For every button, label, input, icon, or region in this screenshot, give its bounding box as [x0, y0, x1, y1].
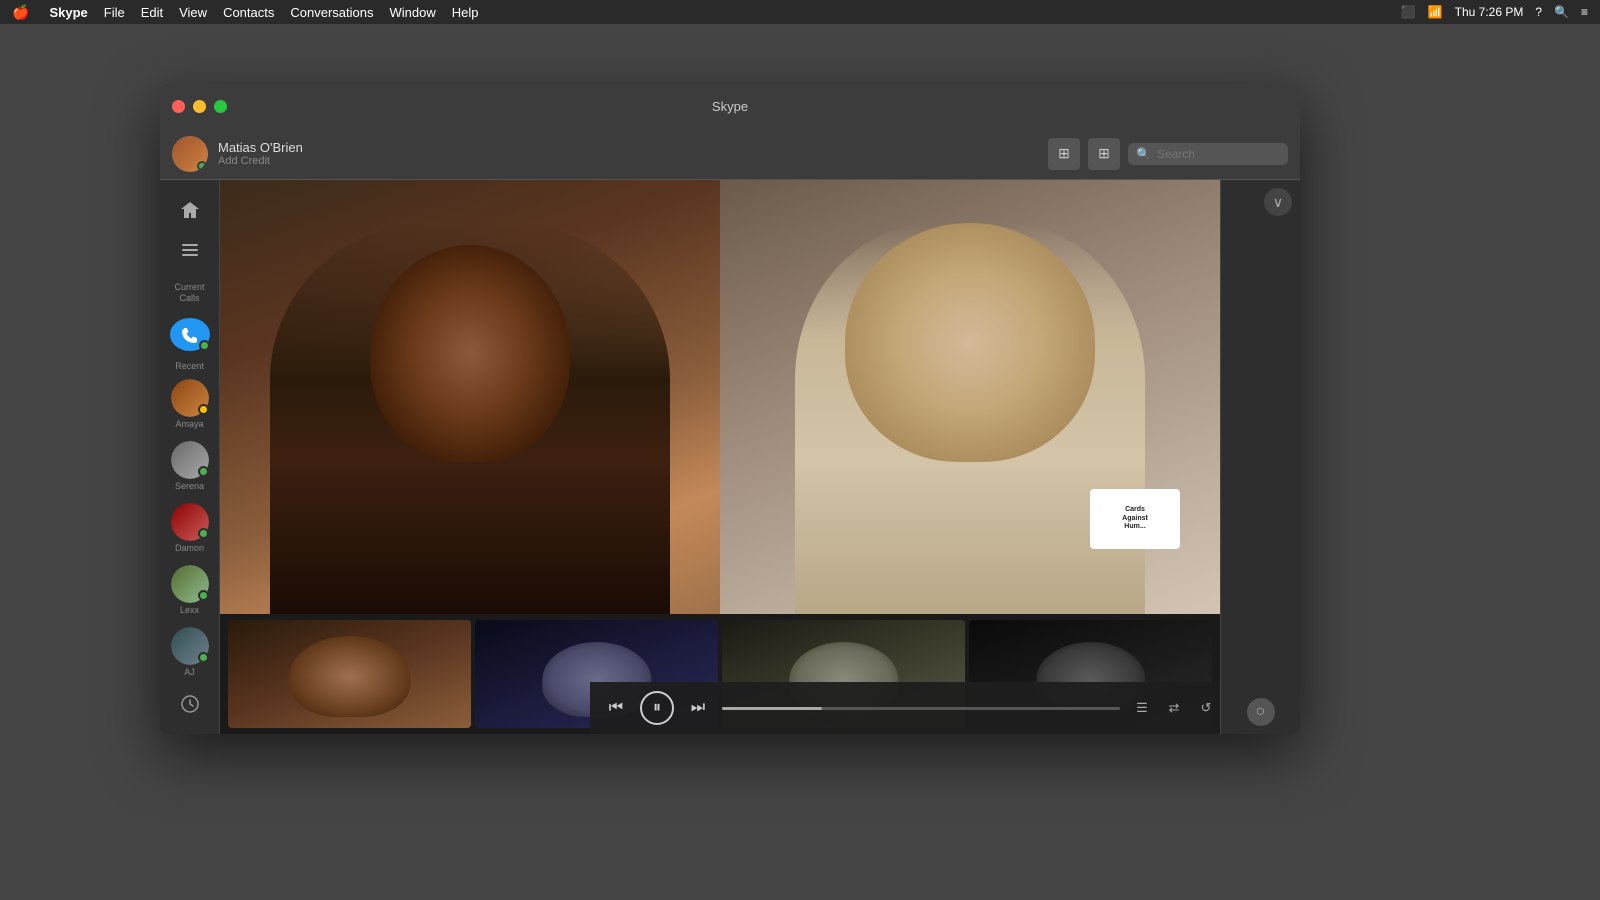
main-video: CardsAgainstHum...	[220, 180, 1220, 614]
sidebar-item-lexx[interactable]: Lexx	[171, 565, 209, 615]
grid-view-button[interactable]: ⊞	[1088, 138, 1120, 170]
menu-edit[interactable]: Edit	[141, 5, 163, 20]
menu-view[interactable]: View	[179, 5, 207, 20]
header-bar: Matias O'Brien Add Credit ⊞ ⊞ 🔍	[160, 128, 1300, 180]
sidebar-item-aj[interactable]: AJ	[171, 627, 209, 677]
user-info: Matias O'Brien Add Credit	[218, 140, 303, 167]
video-participant-right: CardsAgainstHum...	[720, 180, 1220, 614]
online-status-dot	[197, 161, 207, 171]
menu-help[interactable]: Help	[452, 5, 479, 20]
desktop: Skype Matias O'Brien Add Credit ⊞ ⊞ 🔍	[0, 24, 1600, 900]
shuffle-button[interactable]: ⇄	[1162, 696, 1186, 720]
video-participant-left	[220, 180, 720, 614]
menu-contacts[interactable]: Contacts	[223, 5, 274, 20]
aj-name: AJ	[184, 667, 195, 677]
window-controls	[172, 100, 227, 113]
sidebar: CurrentCalls Recent Amaya	[160, 180, 220, 734]
search-input[interactable]	[1157, 147, 1280, 161]
lexx-status	[198, 590, 209, 601]
menu-window[interactable]: Window	[389, 5, 435, 20]
amaya-status	[198, 404, 209, 415]
serena-name: Serena	[175, 481, 204, 491]
thumbnail-1[interactable]	[228, 620, 471, 728]
sidebar-item-home[interactable]	[168, 192, 212, 229]
sidebar-current-calls-label: CurrentCalls	[168, 273, 212, 310]
aj-status	[198, 652, 209, 663]
progress-bar[interactable]	[722, 707, 1120, 710]
search-bar[interactable]: 🔍	[1128, 143, 1288, 165]
damon-name: Damon	[175, 543, 204, 553]
minimize-button[interactable]	[193, 100, 206, 113]
sidebar-item-damon[interactable]: Damon	[171, 503, 209, 553]
search-icon: 🔍	[1136, 147, 1151, 161]
user-avatar	[172, 136, 208, 172]
control-center-icon[interactable]: ≡	[1581, 5, 1588, 19]
menu-skype[interactable]: Skype	[49, 5, 87, 20]
sidebar-clock-icon[interactable]	[168, 685, 212, 722]
repeat-button[interactable]: ↺	[1194, 696, 1218, 720]
panel-action-button[interactable]: ○	[1247, 698, 1275, 726]
media-bar: ⏮ ⏸ ⏭ ☰ ⇄ ↺ 🔊	[590, 682, 1220, 734]
right-panel: ∨ ○	[1220, 180, 1300, 734]
wifi-icon: 📶	[1428, 5, 1443, 19]
sidebar-item-amaya[interactable]: Amaya	[171, 379, 209, 429]
title-bar: Skype	[160, 84, 1300, 128]
media-right-controls: ☰ ⇄ ↺ 🔊	[1130, 696, 1220, 720]
skip-back-button[interactable]: ⏮	[602, 694, 630, 722]
menubar: 🍎 Skype File Edit View Contacts Conversa…	[0, 0, 1600, 24]
screen-icon: ⬛	[1401, 5, 1416, 19]
user-name: Matias O'Brien	[218, 140, 303, 155]
apple-menu[interactable]: 🍎	[12, 4, 29, 21]
window-title: Skype	[712, 99, 748, 114]
serena-status	[198, 466, 209, 477]
recent-label: Recent	[175, 361, 204, 371]
header-tools: ⊞ ⊞ 🔍	[1048, 138, 1288, 170]
amaya-name: Amaya	[175, 419, 203, 429]
pause-button[interactable]: ⏸	[640, 691, 674, 725]
search-menu-icon[interactable]: 🔍	[1554, 5, 1569, 19]
progress-fill	[722, 707, 822, 710]
call-status-dot	[199, 340, 210, 351]
menu-conversations[interactable]: Conversations	[290, 5, 373, 20]
new-conversation-button[interactable]: ⊞	[1048, 138, 1080, 170]
current-calls-text: CurrentCalls	[174, 282, 204, 304]
playlist-button[interactable]: ☰	[1130, 696, 1154, 720]
lexx-name: Lexx	[180, 605, 199, 615]
maximize-button[interactable]	[214, 100, 227, 113]
menubar-time: Thu 7:26 PM	[1455, 5, 1524, 19]
add-credit-link[interactable]: Add Credit	[218, 155, 303, 167]
dial-button[interactable]	[170, 318, 210, 351]
close-button[interactable]	[172, 100, 185, 113]
collapse-panel-button[interactable]: ∨	[1264, 188, 1292, 216]
skip-forward-button[interactable]: ⏭	[684, 694, 712, 722]
sidebar-item-contacts[interactable]	[168, 233, 212, 270]
help-icon: ?	[1535, 5, 1542, 19]
menubar-right: ⬛ 📶 Thu 7:26 PM ? 🔍 ≡	[1401, 5, 1588, 19]
menu-file[interactable]: File	[104, 5, 125, 20]
sidebar-item-serena[interactable]: Serena	[171, 441, 209, 491]
video-scene: CardsAgainstHum...	[220, 180, 1220, 614]
damon-status	[198, 528, 209, 539]
video-area: CardsAgainstHum...	[220, 180, 1220, 734]
skype-window: Skype Matias O'Brien Add Credit ⊞ ⊞ 🔍	[160, 84, 1300, 734]
main-content: CurrentCalls Recent Amaya	[160, 180, 1300, 734]
